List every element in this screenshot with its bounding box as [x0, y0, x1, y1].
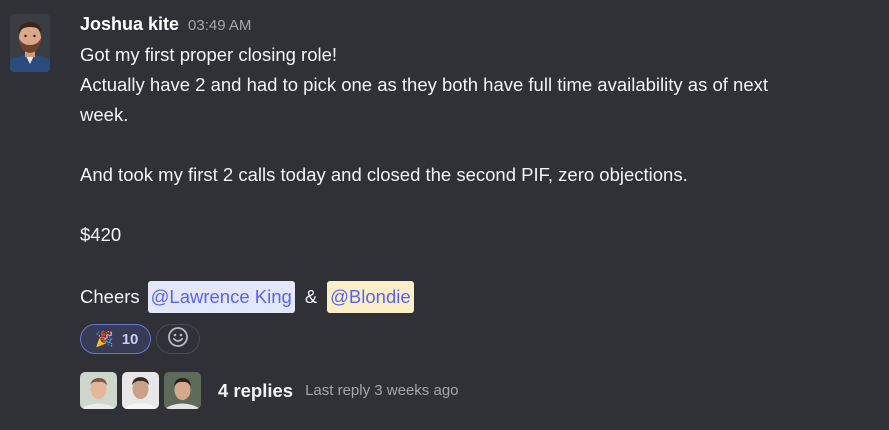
cheers-text: Cheers [80, 286, 140, 307]
avatar [122, 372, 159, 409]
author-avatar[interactable] [10, 14, 50, 72]
message-timestamp[interactable]: 03:49 AM [188, 17, 251, 34]
party-popper-icon: 🎉 [95, 330, 114, 348]
author-name[interactable]: Joshua kite [80, 14, 179, 35]
chat-message: Joshua kite 03:49 AM Got my first proper… [0, 0, 889, 430]
thread-participants [80, 372, 206, 409]
message-line: $420 [80, 224, 122, 245]
mention-lawrence-king[interactable]: @Lawrence King [147, 281, 295, 313]
message-line: Got my first proper closing role! [80, 44, 338, 65]
mention-blondie[interactable]: @Blondie [327, 281, 414, 313]
message-line: week. [80, 104, 129, 125]
thread-replies-count[interactable]: 4 replies [218, 380, 293, 402]
reaction-party-popper[interactable]: 🎉 10 [80, 324, 152, 354]
message-header: Joshua kite 03:49 AM [80, 14, 880, 40]
message-line: Actually have 2 and had to pick one as t… [80, 74, 768, 95]
reaction-count: 10 [121, 330, 139, 348]
cheers-line: Cheers @Lawrence King & @Blondie [80, 280, 880, 314]
add-reaction-button[interactable] [156, 324, 201, 354]
thread-summary[interactable]: 4 replies Last reply 3 weeks ago [80, 372, 459, 409]
message-line [80, 250, 880, 280]
ampersand-text: & [304, 286, 318, 307]
smiley-icon [167, 326, 189, 353]
avatar [80, 372, 117, 409]
reactions-bar: 🎉 10 [80, 324, 201, 354]
thread-last-reply: Last reply 3 weeks ago [305, 382, 459, 399]
message-line: And took my first 2 calls today and clos… [80, 164, 688, 185]
avatar [164, 372, 201, 409]
message-line [80, 130, 880, 160]
message-line [80, 190, 880, 220]
message-content: Joshua kite 03:49 AM Got my first proper… [80, 14, 880, 314]
